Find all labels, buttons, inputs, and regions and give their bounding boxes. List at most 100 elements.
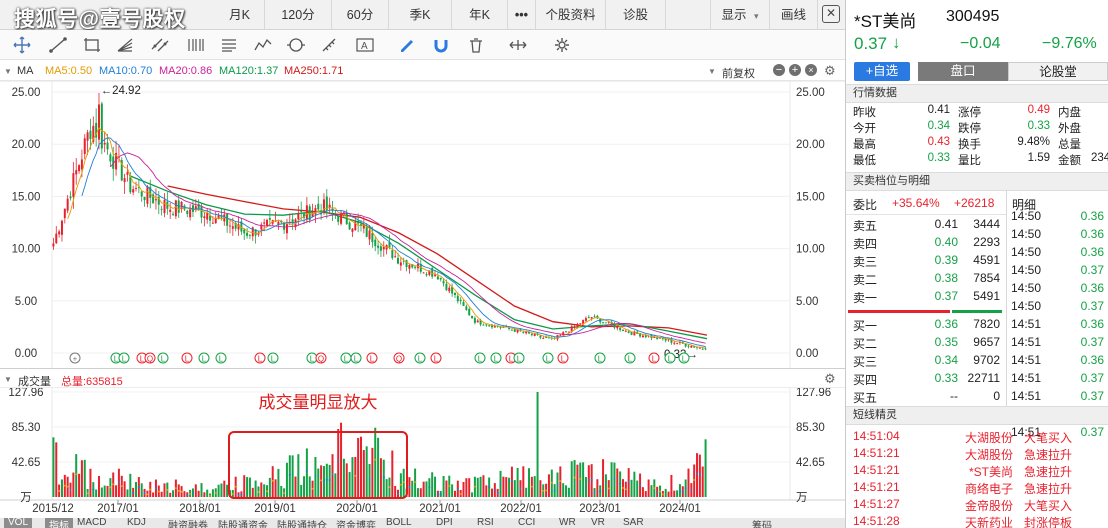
orderbook-row[interactable]: 买二 0.35 9657: [846, 334, 1006, 352]
tab-month-k[interactable]: 月K: [215, 0, 265, 30]
expand-horizontal-icon[interactable]: [508, 36, 528, 54]
draw-line-button[interactable]: 画线: [770, 0, 818, 30]
indicator-tab[interactable]: MACD: [77, 518, 106, 528]
level-volume: 2293: [973, 235, 1000, 249]
minus-circle-icon[interactable]: −: [773, 64, 785, 76]
indicator-tab[interactable]: 指标: [45, 518, 73, 528]
gear-icon[interactable]: [552, 36, 572, 54]
candle-body: [459, 299, 462, 302]
orderbook-row[interactable]: 买一 0.36 7820: [846, 316, 1006, 334]
plus-circle-icon[interactable]: +: [789, 64, 801, 76]
orderbook-row[interactable]: 卖五 0.41 3444: [846, 216, 1006, 234]
tick-price: 0.36: [1080, 353, 1104, 367]
fibonacci-icon[interactable]: [186, 36, 206, 54]
orderbook-row[interactable]: 买五 -- 0: [846, 388, 1006, 406]
ma-label: MA: [17, 65, 34, 77]
alert-stock: 天新药业: [964, 516, 1013, 528]
volume-bar: [314, 457, 317, 497]
line-tool-icon[interactable]: [48, 36, 68, 54]
trash-icon[interactable]: [466, 36, 486, 54]
volume-ma-tick: [459, 493, 462, 495]
volume-bar: [385, 479, 388, 497]
candle-body: [214, 218, 217, 224]
collapse-arrow-icon[interactable]: ▼: [4, 375, 12, 384]
indicator-tab[interactable]: KDJ: [127, 518, 146, 528]
tab-120min[interactable]: 120分: [265, 0, 332, 30]
pen-icon[interactable]: [397, 36, 417, 54]
orderbook-row[interactable]: 买三 0.34 9702: [846, 352, 1006, 370]
tab-tape[interactable]: 盘口: [918, 62, 1008, 81]
volume-ma-tick: [593, 492, 596, 494]
tab-forum[interactable]: 论股堂: [1008, 62, 1108, 81]
candle-body: [83, 138, 86, 154]
candle-body: [604, 322, 607, 324]
indicator-tab[interactable]: SAR: [623, 518, 644, 528]
candle-body: [60, 220, 63, 235]
collapse-arrow-icon[interactable]: ▼: [4, 67, 12, 76]
adjust-mode-dropdown[interactable]: 前复权: [722, 65, 755, 81]
display-dropdown[interactable]: 显示 ▾: [710, 0, 770, 30]
event-badge-glyph: L: [478, 355, 483, 364]
candle-body: [465, 306, 468, 310]
candle-body: [704, 348, 707, 350]
volume-bar: [565, 485, 568, 497]
cycle-tool-icon[interactable]: [286, 36, 306, 54]
shortline-row[interactable]: 14:51:28 天新药业 封涨停板: [846, 514, 1108, 528]
candle-body: [698, 347, 701, 349]
settings-gear-icon[interactable]: ⚙: [824, 371, 836, 387]
candle-body: [545, 337, 548, 338]
add-watchlist-button[interactable]: +自选: [854, 62, 910, 81]
alert-stock: 大湖股份: [964, 431, 1013, 445]
close-icon[interactable]: ✕: [822, 5, 840, 23]
indicator-tab[interactable]: RSI: [477, 518, 494, 528]
tab-60min[interactable]: 60分: [332, 0, 389, 30]
shortline-row[interactable]: 14:51:21 大湖股份 急速拉升: [846, 446, 1108, 463]
shortline-row[interactable]: 14:51:21 *ST美尚 急速拉升: [846, 463, 1108, 480]
tab-stock-profile[interactable]: 个股资料: [536, 0, 606, 30]
alert-stock: 金帝股份: [964, 499, 1013, 513]
volume-bar: [676, 490, 679, 497]
orderbook-row[interactable]: 卖三 0.39 4591: [846, 252, 1006, 270]
indicator-tab[interactable]: 陆股通持仓: [277, 518, 327, 528]
tab-year-k[interactable]: 年K: [452, 0, 508, 30]
indicator-tab[interactable]: VOL: [4, 518, 33, 528]
tab-diagnose[interactable]: 诊股: [606, 0, 666, 30]
measure-tool-icon[interactable]: [320, 36, 340, 54]
volume-bar: [539, 480, 542, 497]
close-circle-icon[interactable]: ×: [805, 64, 817, 76]
alert-event: 封涨停板: [1024, 516, 1073, 528]
channel-tool-icon[interactable]: [150, 36, 170, 54]
text-lines-icon[interactable]: [219, 36, 239, 54]
crosshair-icon[interactable]: [12, 36, 32, 54]
orderbook-row[interactable]: 买四 0.33 22711: [846, 370, 1006, 388]
indicator-tab[interactable]: WR: [559, 518, 576, 528]
shortline-row[interactable]: 14:51:27 金帝股份 大笔买入: [846, 497, 1108, 514]
indicator-tab[interactable]: DPI: [436, 518, 453, 528]
volume-ma-tick: [567, 491, 570, 494]
orderbook-row[interactable]: 卖四 0.40 2293: [846, 234, 1006, 252]
candle-body: [248, 234, 251, 236]
indicator-tab[interactable]: VR: [591, 518, 605, 528]
volume-ma-tick: [627, 481, 630, 483]
indicator-tab[interactable]: 筹码: [752, 518, 772, 528]
indicator-tab[interactable]: BOLL: [386, 518, 412, 528]
indicator-tab[interactable]: 融资融券: [168, 518, 208, 528]
indicator-tab[interactable]: 资金博弈: [336, 518, 376, 528]
orderbook-row[interactable]: 卖二 0.38 7854: [846, 270, 1006, 288]
shortline-row[interactable]: 14:51:21 商络电子 急速拉升: [846, 480, 1108, 497]
wave-tool-icon[interactable]: [253, 36, 273, 54]
magnet-icon[interactable]: [431, 36, 451, 54]
indicator-tab[interactable]: 陆股通资金: [218, 518, 268, 528]
tab-season-k[interactable]: 季K: [389, 0, 452, 30]
volume-bar: [206, 489, 209, 497]
tick-time: 14:51: [1011, 353, 1042, 367]
shortline-row[interactable]: 14:51:04 大湖股份 大笔买入: [846, 429, 1108, 446]
tick-row: 14:51 0.37: [1006, 334, 1108, 352]
more-tabs-button[interactable]: •••: [508, 0, 536, 30]
settings-gear-icon[interactable]: ⚙: [824, 63, 836, 79]
rect-crop-icon[interactable]: [82, 36, 102, 54]
orderbook-row[interactable]: 卖一 0.37 5491: [846, 288, 1006, 306]
indicator-tab[interactable]: CCI: [518, 518, 535, 528]
fan-tool-icon[interactable]: [115, 36, 135, 54]
annotation-text-icon[interactable]: A: [355, 36, 375, 54]
